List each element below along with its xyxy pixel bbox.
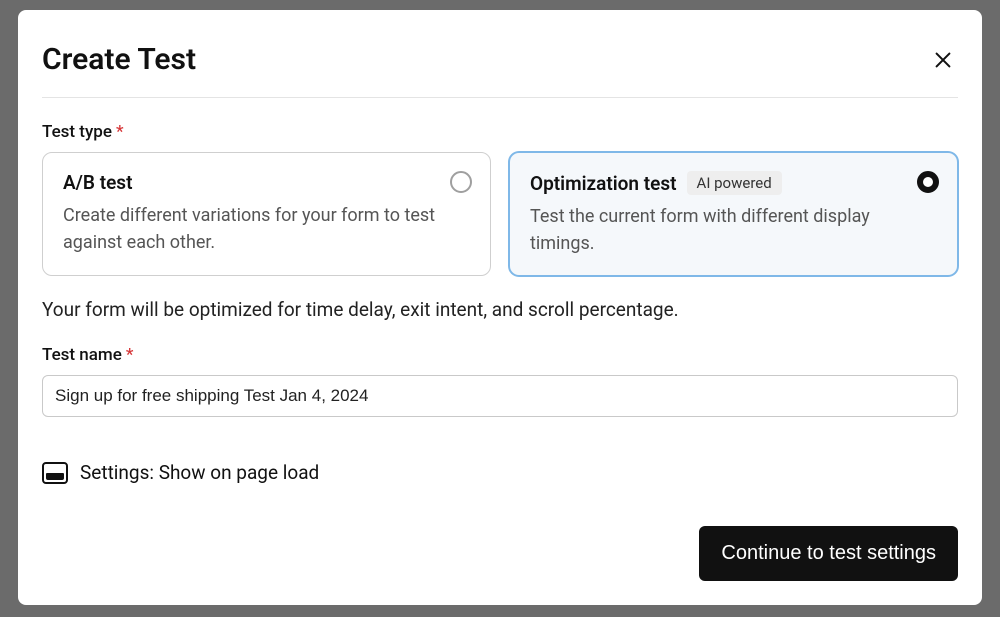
radio-indicator-selected — [917, 171, 939, 193]
settings-text: Settings: Show on page load — [80, 461, 319, 484]
required-asterisk: * — [116, 122, 124, 142]
optimization-test-header: Optimization test AI powered — [530, 171, 937, 195]
optimization-test-title: Optimization test — [530, 172, 677, 195]
modal-footer: Continue to test settings — [42, 526, 958, 581]
test-type-label-text: Test type — [42, 122, 112, 142]
optimization-test-option[interactable]: Optimization test AI powered Test the cu… — [509, 152, 958, 276]
test-type-helper-text: Your form will be optimized for time del… — [42, 298, 958, 321]
create-test-modal: Create Test Test type* A/B test Create d… — [18, 10, 982, 605]
modal-title: Create Test — [42, 42, 196, 77]
test-name-label: Test name* — [42, 345, 958, 365]
ab-test-description: Create different variations for your for… — [63, 202, 470, 256]
radio-indicator-unselected — [450, 171, 472, 193]
test-name-input[interactable] — [42, 375, 958, 417]
test-type-options: A/B test Create different variations for… — [42, 152, 958, 276]
ab-test-option[interactable]: A/B test Create different variations for… — [42, 152, 491, 276]
ai-powered-badge: AI powered — [687, 171, 782, 195]
settings-row[interactable]: Settings: Show on page load — [42, 461, 958, 484]
modal-header: Create Test — [42, 42, 958, 98]
close-icon — [932, 49, 954, 71]
required-asterisk: * — [126, 345, 134, 365]
ab-test-header: A/B test — [63, 171, 470, 194]
test-type-label: Test type* — [42, 122, 958, 142]
optimization-test-description: Test the current form with different dis… — [530, 203, 937, 257]
close-button[interactable] — [928, 45, 958, 75]
test-name-label-text: Test name — [42, 345, 122, 365]
ab-test-title: A/B test — [63, 171, 132, 194]
popup-icon — [42, 462, 68, 484]
continue-button[interactable]: Continue to test settings — [699, 526, 958, 581]
